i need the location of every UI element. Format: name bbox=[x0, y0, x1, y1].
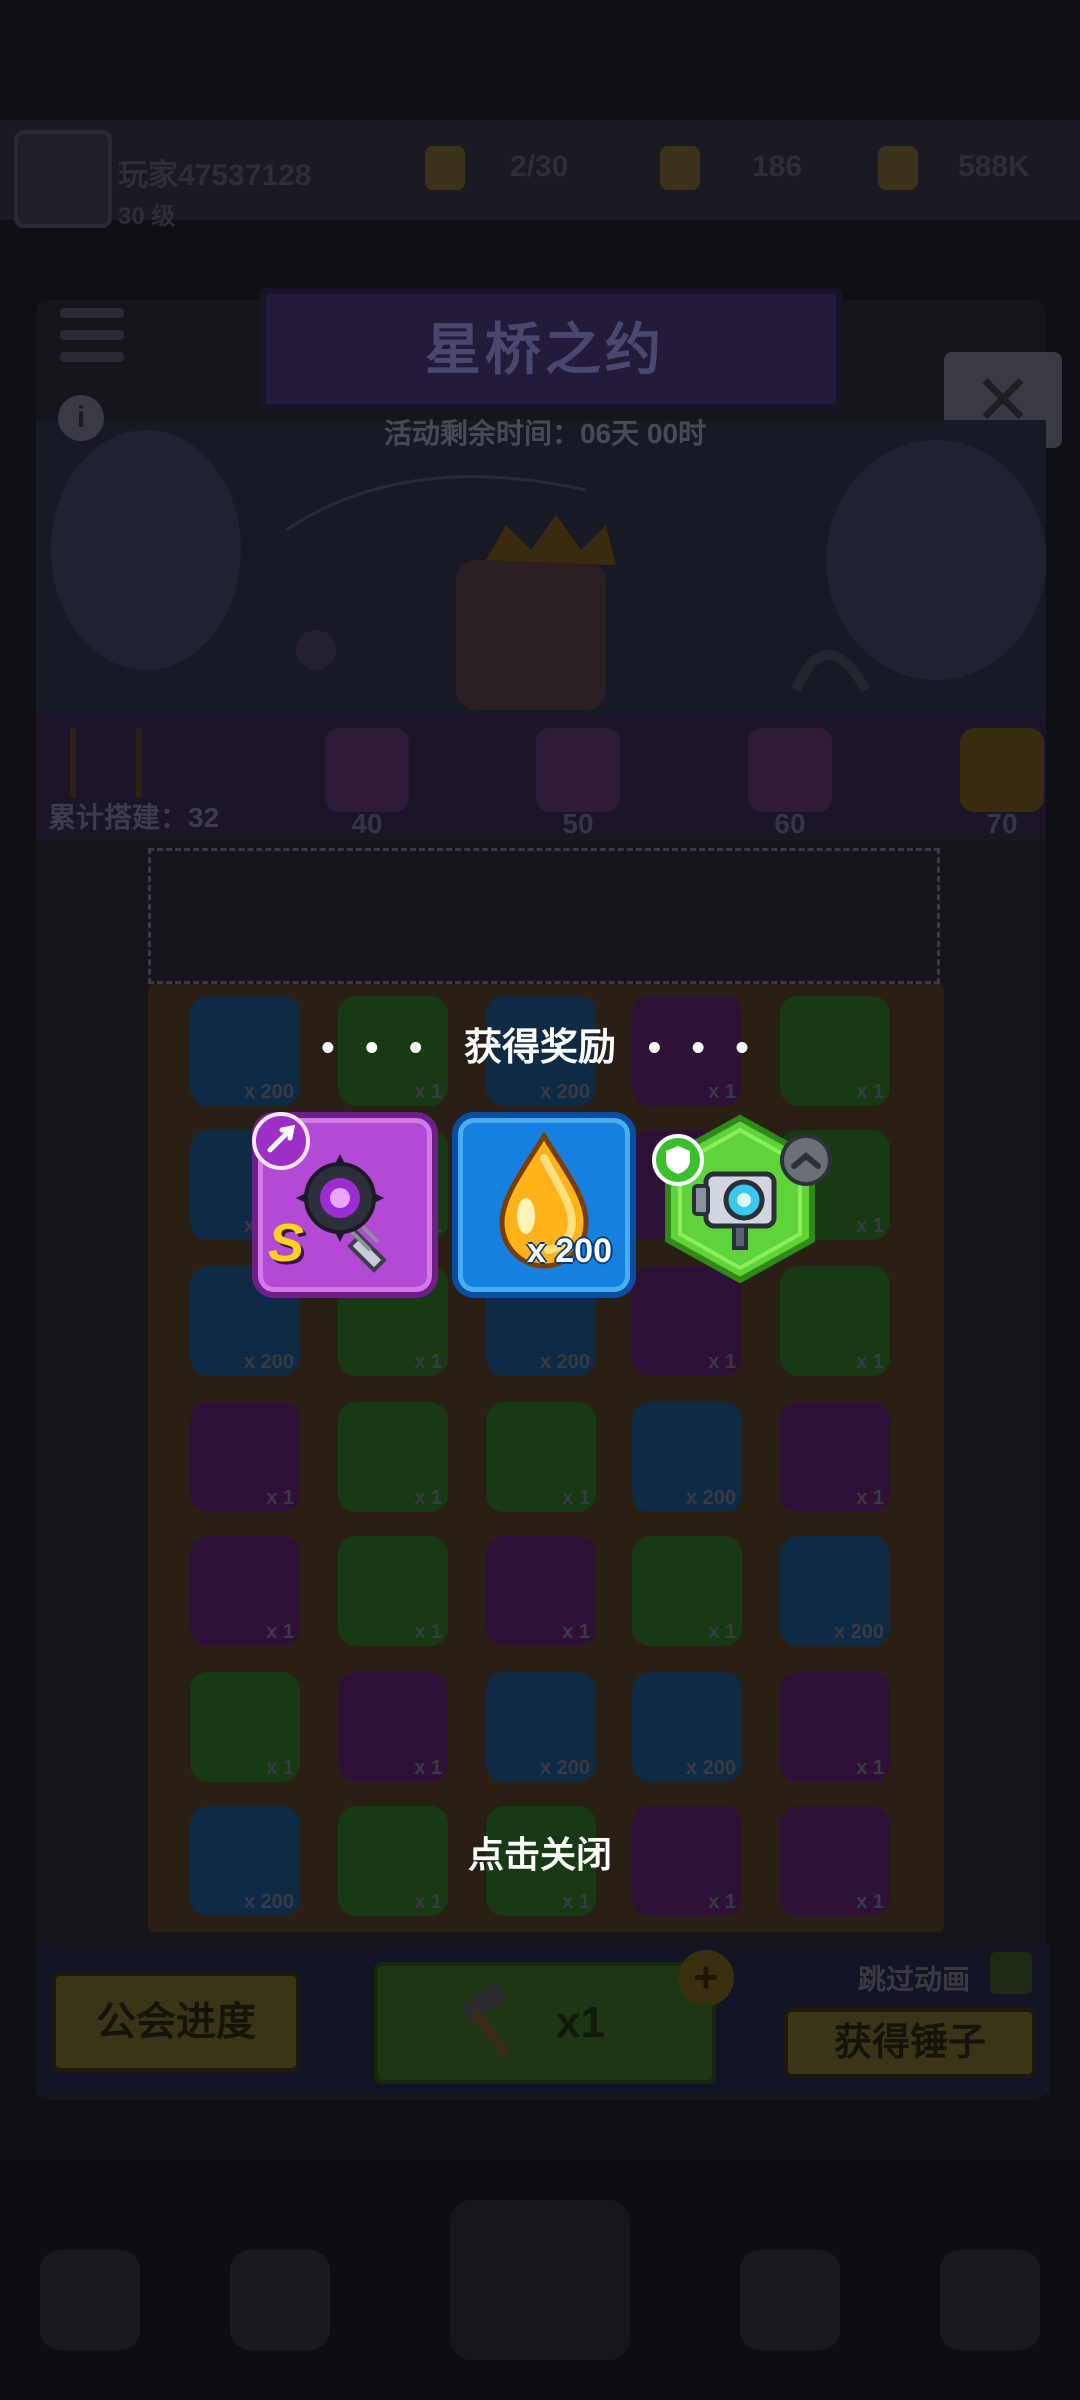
cell-quantity: x 200 bbox=[243, 1081, 294, 1103]
cell-quantity: x 1 bbox=[856, 1891, 884, 1913]
add-hammer-icon[interactable]: + bbox=[678, 1950, 734, 2006]
cell-quantity: x 1 bbox=[266, 1621, 294, 1643]
milestone-value: 60 bbox=[774, 808, 806, 839]
board-cell-chest: x 1 bbox=[338, 1536, 448, 1646]
cell-quantity: x 200 bbox=[539, 1351, 590, 1373]
milestone-value: 50 bbox=[562, 808, 594, 839]
menu-icon[interactable] bbox=[60, 304, 124, 368]
cell-quantity: x 1 bbox=[708, 1621, 736, 1643]
title-dots-right: • • • bbox=[647, 1027, 759, 1069]
resource-value: 186 bbox=[752, 150, 803, 183]
nav-battle-icon[interactable] bbox=[450, 2200, 630, 2360]
reward-popup-title: • • • 获得奖励 • • • bbox=[0, 1016, 1080, 1071]
drop-quantity: x 200 bbox=[526, 1232, 612, 1270]
grade-s-label: S bbox=[268, 1213, 305, 1273]
hammer-icon bbox=[452, 1982, 532, 2064]
build-drop-zone bbox=[148, 848, 940, 984]
nav-talent-icon[interactable] bbox=[740, 2250, 840, 2350]
player-avatar[interactable] bbox=[14, 130, 112, 228]
cell-quantity: x 1 bbox=[414, 1081, 442, 1103]
event-timer: 活动剩余时间：06天 00时 bbox=[383, 418, 707, 449]
gold-value: 588K bbox=[958, 150, 1030, 183]
skip-animation-checkbox[interactable] bbox=[990, 1952, 1032, 1994]
tap-to-close-hint[interactable]: 点击关闭 bbox=[0, 1826, 1080, 1878]
cell-quantity: x 200 bbox=[685, 1757, 736, 1779]
cell-quantity: x 200 bbox=[243, 1891, 294, 1913]
cell-quantity: x 1 bbox=[708, 1081, 736, 1103]
board-cell-hammer: x 1 bbox=[190, 1402, 300, 1512]
guild-progress-button[interactable]: 公会进度 bbox=[52, 1972, 300, 2072]
event-scene-illustration bbox=[36, 420, 1046, 715]
ladder-icon bbox=[70, 728, 142, 798]
cell-quantity: x 1 bbox=[414, 1757, 442, 1779]
board-cell-coin: x 200 bbox=[780, 1536, 890, 1646]
board-cell-hammer: x 1 bbox=[780, 1402, 890, 1512]
board-cell-hammer: x 1 bbox=[190, 1536, 300, 1646]
cell-quantity: x 200 bbox=[833, 1621, 884, 1643]
cell-quantity: x 1 bbox=[266, 1757, 294, 1779]
board-cell-hammer: x 1 bbox=[338, 1672, 448, 1782]
cell-quantity: x 200 bbox=[539, 1081, 590, 1103]
cell-quantity: x 1 bbox=[856, 1487, 884, 1509]
board-cell-chest: x 1 bbox=[338, 1402, 448, 1512]
board-cell-hammer: x 1 bbox=[486, 1536, 596, 1646]
use-hammer-button[interactable] bbox=[374, 1962, 716, 2084]
cell-quantity: x 1 bbox=[414, 1351, 442, 1373]
board-cell-drop: x 200 bbox=[486, 1672, 596, 1782]
milestone-value: 40 bbox=[351, 808, 383, 839]
board-cell-coin: x 200 bbox=[632, 1402, 742, 1512]
milestone-reward-weapon[interactable] bbox=[325, 728, 409, 812]
cell-quantity: x 1 bbox=[856, 1351, 884, 1373]
title-dots-left: • • • bbox=[321, 1027, 433, 1069]
cell-quantity: x 1 bbox=[414, 1487, 442, 1509]
info-icon[interactable]: i bbox=[58, 395, 104, 441]
event-title: 星桥之约 bbox=[425, 318, 665, 381]
hammer-count: x1 bbox=[556, 1998, 605, 2047]
cell-quantity: x 1 bbox=[562, 1891, 590, 1913]
cell-quantity: x 1 bbox=[414, 1891, 442, 1913]
cell-quantity: x 1 bbox=[414, 1621, 442, 1643]
player-name: 玩家47537128 bbox=[118, 159, 312, 192]
stamina-value: 2/30 bbox=[510, 150, 569, 183]
cell-quantity: x 1 bbox=[266, 1487, 294, 1509]
cell-quantity: x 1 bbox=[562, 1487, 590, 1509]
resource-icon bbox=[660, 146, 700, 190]
weapon-type-badge-icon bbox=[252, 1112, 310, 1170]
milestone-reward-bundle[interactable] bbox=[748, 728, 832, 812]
nav-shop-icon[interactable] bbox=[40, 2250, 140, 2350]
nav-evolution-icon[interactable] bbox=[940, 2250, 1040, 2350]
skip-animation-label: 跳过动画 bbox=[858, 1964, 971, 1995]
cell-quantity: x 200 bbox=[539, 1757, 590, 1779]
board-cell-chest: x 1 bbox=[632, 1536, 742, 1646]
cumulative-build-count: 累计搭建：32 bbox=[48, 802, 220, 833]
player-level: 30 级 bbox=[118, 203, 176, 230]
gold-icon bbox=[878, 146, 918, 190]
board-cell-hammer: x 1 bbox=[780, 1672, 890, 1782]
cell-quantity: x 1 bbox=[708, 1351, 736, 1373]
cell-quantity: x 1 bbox=[562, 1621, 590, 1643]
cell-quantity: x 1 bbox=[856, 1757, 884, 1779]
title-text: 获得奖励 bbox=[463, 1027, 616, 1069]
nav-equipment-icon[interactable] bbox=[230, 2250, 330, 2350]
milestone-reward-chest[interactable] bbox=[536, 728, 620, 812]
stamina-icon bbox=[425, 146, 465, 190]
board-cell-coin: x 200 bbox=[632, 1672, 742, 1782]
get-hammer-button[interactable]: 获得锤子 bbox=[784, 2008, 1036, 2078]
cell-quantity: x 200 bbox=[685, 1487, 736, 1509]
cell-quantity: x 1 bbox=[856, 1215, 884, 1237]
shield-icon bbox=[652, 1134, 704, 1186]
cell-quantity: x 1 bbox=[856, 1081, 884, 1103]
cell-quantity: x 1 bbox=[708, 1891, 736, 1913]
rank-chevron-icon bbox=[780, 1134, 832, 1186]
cell-quantity: x 200 bbox=[243, 1351, 294, 1373]
board-cell-chest: x 1 bbox=[486, 1402, 596, 1512]
board-cell-chest: x 1 bbox=[190, 1672, 300, 1782]
milestone-reward-key[interactable] bbox=[960, 728, 1044, 812]
milestone-value: 70 bbox=[986, 808, 1018, 839]
